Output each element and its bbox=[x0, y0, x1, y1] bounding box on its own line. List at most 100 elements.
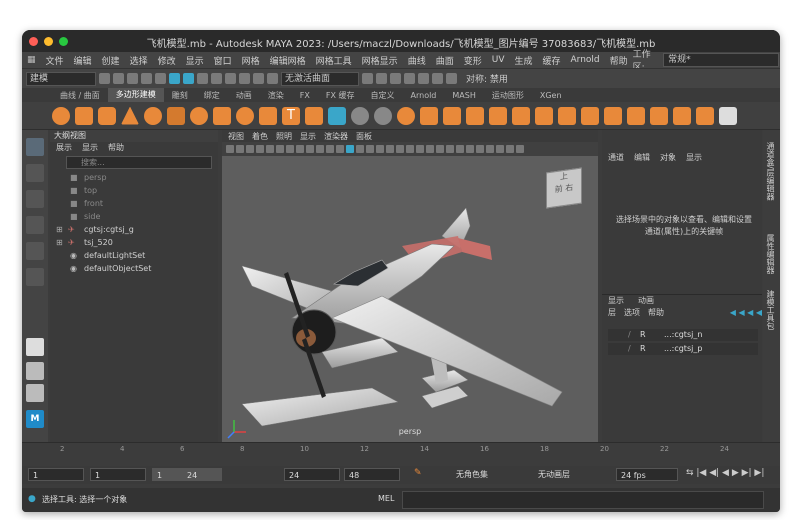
shelf-tab-sculpting[interactable]: 雕刻 bbox=[164, 90, 196, 101]
scale-tool-icon[interactable] bbox=[26, 268, 44, 286]
view-cube[interactable]: 上 前 右 bbox=[546, 167, 582, 209]
xray-joints-icon[interactable] bbox=[456, 145, 464, 153]
outliner-menu-display[interactable]: 展示 bbox=[56, 142, 72, 154]
outliner-item-front[interactable]: ■ front bbox=[70, 197, 218, 210]
select-component-icon[interactable] bbox=[197, 73, 208, 84]
retopo-icon[interactable] bbox=[696, 106, 714, 125]
menu-mesh[interactable]: 网格 bbox=[237, 54, 265, 67]
target-weld-icon[interactable] bbox=[604, 106, 622, 125]
channel-menu-object[interactable]: 对象 bbox=[660, 152, 676, 164]
backface-icon[interactable] bbox=[466, 145, 474, 153]
snap-grid-icon[interactable] bbox=[211, 73, 222, 84]
side-tab-attribute-editor[interactable]: 属性编辑器 bbox=[765, 234, 776, 274]
outliner-item-persp[interactable]: ■ persp bbox=[70, 171, 218, 184]
menu-create[interactable]: 创建 bbox=[97, 54, 125, 67]
reduce-icon[interactable] bbox=[673, 106, 691, 125]
select-tool-icon[interactable] bbox=[26, 138, 44, 156]
menu-modify[interactable]: 修改 bbox=[153, 54, 181, 67]
layer-ref-flag[interactable]: R bbox=[640, 343, 646, 355]
grid-icon[interactable] bbox=[266, 145, 274, 153]
paint-select-icon[interactable] bbox=[26, 190, 44, 208]
history-icon[interactable] bbox=[362, 73, 373, 84]
two-view-icon[interactable] bbox=[26, 384, 44, 402]
mel-command-input[interactable] bbox=[402, 491, 764, 509]
outliner-search-input[interactable]: 搜索... bbox=[66, 156, 212, 169]
viewport-menu-lighting[interactable]: 照明 bbox=[276, 131, 292, 142]
field-chart-icon[interactable] bbox=[306, 145, 314, 153]
shelf-tab-arnold[interactable]: Arnold bbox=[403, 91, 445, 100]
shelf-tab-mash[interactable]: MASH bbox=[444, 91, 483, 100]
new-scene-icon[interactable] bbox=[99, 73, 110, 84]
shelf-tab-xgen[interactable]: XGen bbox=[532, 91, 570, 100]
shelf-tab-custom[interactable]: 自定义 bbox=[363, 90, 403, 101]
poly-torus-icon[interactable] bbox=[144, 106, 162, 125]
quad-draw-icon[interactable] bbox=[650, 106, 668, 125]
start-frame-field[interactable]: 1 bbox=[28, 468, 84, 481]
layer-visibility-icon[interactable]: / bbox=[628, 329, 631, 341]
color-mgmt-icon[interactable] bbox=[496, 145, 504, 153]
camera-attr-icon[interactable] bbox=[236, 145, 244, 153]
layer-tab-anim[interactable]: 动画 bbox=[638, 295, 654, 306]
bridge-icon[interactable] bbox=[489, 106, 507, 125]
move-tool-icon[interactable] bbox=[26, 216, 44, 234]
menu-uv[interactable]: UV bbox=[487, 55, 510, 65]
rotate-tool-icon[interactable] bbox=[26, 242, 44, 260]
maya-home-icon[interactable]: M bbox=[26, 410, 44, 428]
shelf-tab-rigging[interactable]: 绑定 bbox=[196, 90, 228, 101]
menu-edit-mesh[interactable]: 编辑网格 bbox=[265, 54, 311, 67]
camera-select-icon[interactable] bbox=[226, 145, 234, 153]
viewport-menu-panels[interactable]: 面板 bbox=[356, 131, 372, 142]
viewport-menu-shading[interactable]: 着色 bbox=[252, 131, 268, 142]
channel-menu-edit[interactable]: 编辑 bbox=[634, 152, 650, 164]
multi-cut-icon[interactable] bbox=[558, 106, 576, 125]
side-tab-channel-box[interactable]: 通道盒/层编辑器 bbox=[765, 142, 776, 201]
cube-white-icon[interactable] bbox=[719, 106, 737, 125]
anim-end-field[interactable]: 48 bbox=[344, 468, 400, 481]
range-start-field[interactable]: 1 bbox=[152, 468, 182, 481]
gate-mask-icon[interactable] bbox=[296, 145, 304, 153]
safe-action-icon[interactable] bbox=[316, 145, 324, 153]
smooth-icon[interactable] bbox=[397, 106, 415, 125]
expand-icon[interactable]: ⊞ bbox=[56, 223, 63, 236]
script-language-toggle[interactable]: MEL bbox=[378, 494, 394, 503]
shelf-tab-poly-modeling[interactable]: 多边形建模 bbox=[107, 88, 164, 102]
poly-type-icon[interactable]: T bbox=[282, 106, 300, 125]
motion-blur-icon[interactable] bbox=[406, 145, 414, 153]
insert-edge-loop-icon[interactable] bbox=[581, 106, 599, 125]
menu-arnold[interactable]: Arnold bbox=[566, 55, 605, 65]
menu-surfaces[interactable]: 曲面 bbox=[431, 54, 459, 67]
svg-tool-icon[interactable] bbox=[305, 106, 323, 125]
uv-editor-icon[interactable] bbox=[328, 106, 346, 125]
viewport-3d[interactable]: 上 前 右 persp bbox=[222, 156, 598, 442]
snap-view-plane-icon[interactable] bbox=[253, 73, 264, 84]
shelf-tab-animation[interactable]: 动画 bbox=[228, 90, 260, 101]
boolean-icon[interactable] bbox=[420, 106, 438, 125]
single-view-icon[interactable] bbox=[26, 338, 44, 356]
bookmark-icon[interactable] bbox=[246, 145, 254, 153]
outliner-menu-show[interactable]: 显示 bbox=[82, 142, 98, 154]
fill-hole-icon[interactable] bbox=[535, 106, 553, 125]
undo-icon[interactable] bbox=[141, 73, 152, 84]
gamma-icon[interactable] bbox=[486, 145, 494, 153]
ambient-occlusion-icon[interactable] bbox=[396, 145, 404, 153]
poly-cube-icon[interactable] bbox=[75, 106, 93, 125]
viewcube-top[interactable]: 上 bbox=[547, 169, 581, 186]
shelf-tab-rendering[interactable]: 渲染 bbox=[260, 90, 292, 101]
platonic-solid-icon[interactable] bbox=[213, 106, 231, 125]
viewport-menu-renderer[interactable]: 渲染器 bbox=[324, 131, 348, 142]
new-layer-icon[interactable]: ◀ ◀ ◀ ◀ bbox=[730, 308, 762, 317]
character-set-dropdown[interactable]: 无角色集 bbox=[452, 468, 528, 481]
menu-window[interactable]: 窗口 bbox=[209, 54, 237, 67]
layer-row[interactable]: / R ...:cgtsj_p bbox=[608, 343, 758, 355]
viewcube-front[interactable]: 前 bbox=[555, 184, 563, 194]
exposure-icon[interactable] bbox=[476, 145, 484, 153]
poly-plane-icon[interactable] bbox=[167, 106, 185, 125]
combine-icon[interactable] bbox=[351, 106, 369, 125]
poly-sphere-icon[interactable] bbox=[52, 106, 70, 125]
shelf-tab-motion-graphics[interactable]: 运动图形 bbox=[484, 90, 532, 101]
xray-icon[interactable] bbox=[446, 145, 454, 153]
menu-file[interactable]: 文件 bbox=[41, 54, 69, 67]
use-all-lights-icon[interactable] bbox=[376, 145, 384, 153]
wireframe-icon[interactable] bbox=[336, 145, 344, 153]
sweep-mesh-icon[interactable] bbox=[259, 106, 277, 125]
